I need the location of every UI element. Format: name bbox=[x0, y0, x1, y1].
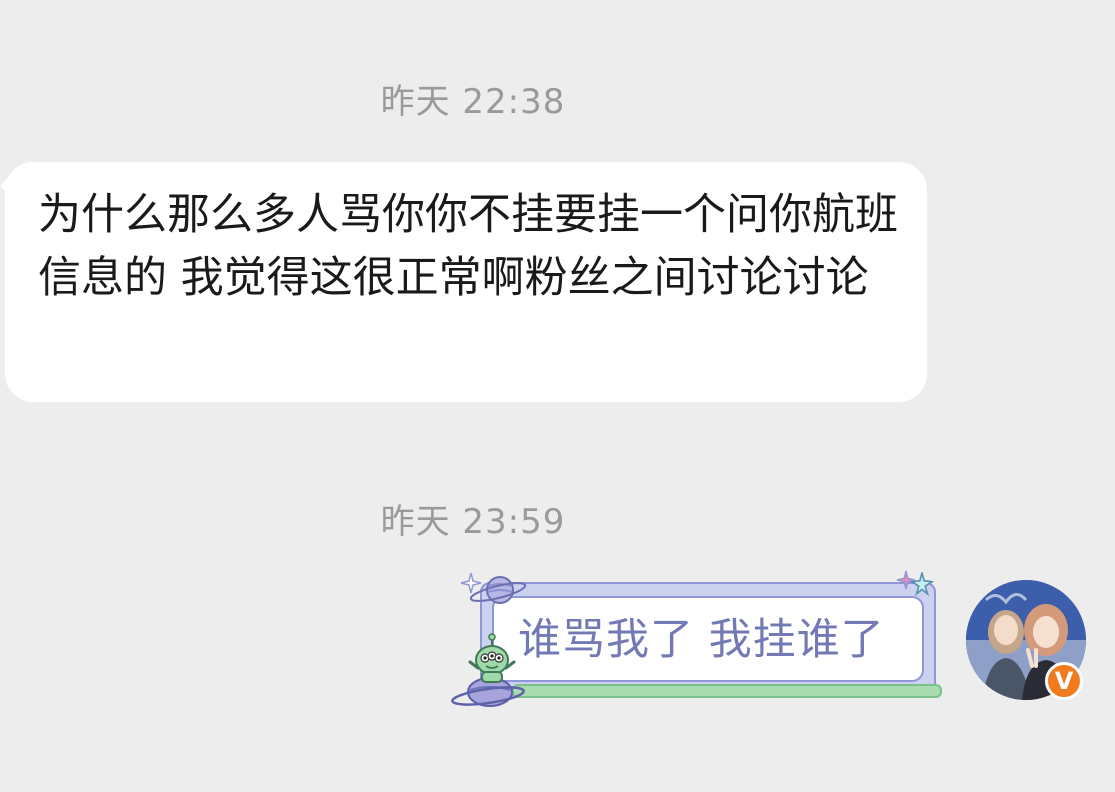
verified-badge-icon: V bbox=[1045, 662, 1083, 700]
bubble-frame-front: 谁骂我了 我挂谁了 bbox=[492, 596, 924, 682]
sparkle-icon bbox=[460, 572, 482, 594]
incoming-message-bubble[interactable]: 为什么那么多人骂你你不挂要挂一个问你航班信息的 我觉得这很正常啊粉丝之间讨论讨论 bbox=[5, 162, 927, 402]
outgoing-message-text: 谁骂我了 我挂谁了 bbox=[518, 615, 885, 665]
outgoing-message-bubble[interactable]: 谁骂我了 我挂谁了 bbox=[450, 568, 950, 708]
timestamp: 昨天 23:59 bbox=[380, 502, 566, 542]
bubble-frame-ledge bbox=[512, 684, 942, 698]
alien-icon bbox=[451, 633, 525, 707]
timestamp: 昨天 22:38 bbox=[380, 82, 566, 122]
incoming-message-text: 为什么那么多人骂你你不挂要挂一个问你航班信息的 我觉得这很正常啊粉丝之间讨论讨论 bbox=[38, 190, 898, 303]
sparkle-icon bbox=[910, 572, 934, 596]
